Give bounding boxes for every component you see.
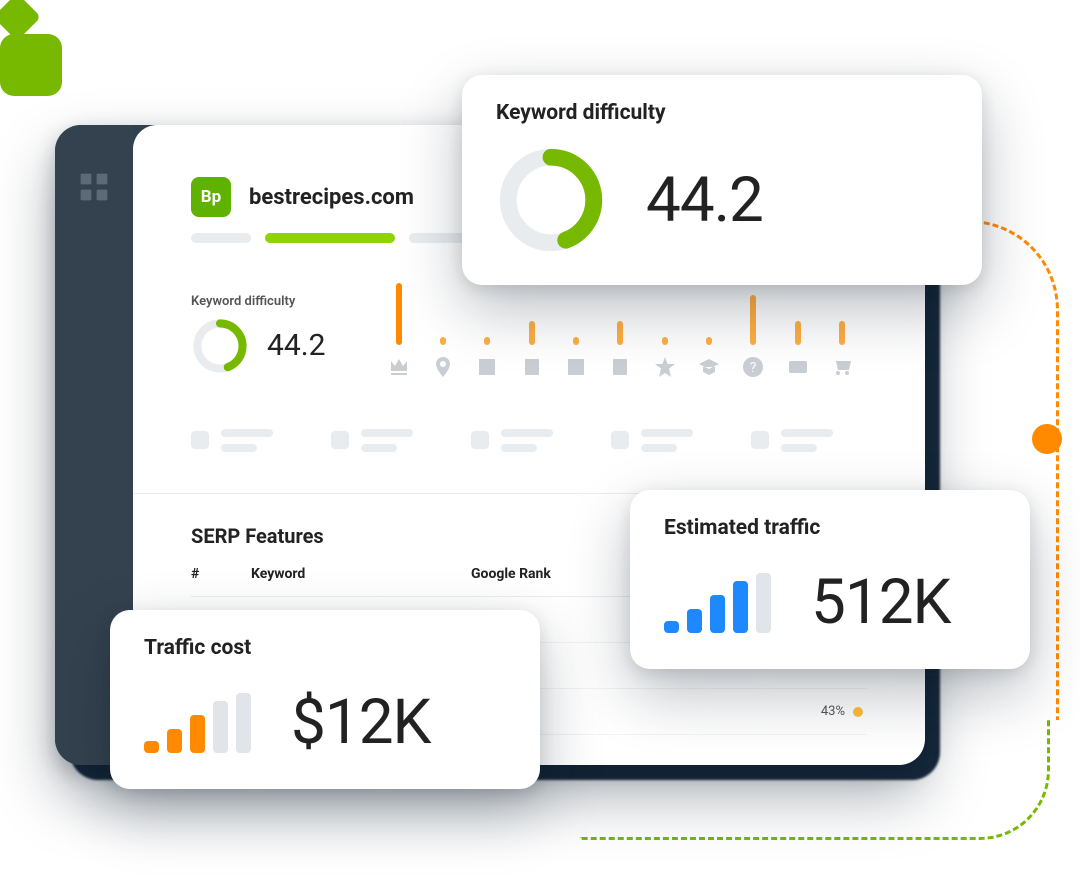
metric-card-estimated-traffic: Estimated traffic 512K bbox=[630, 490, 1030, 669]
kd-mini-value: 44.2 bbox=[267, 328, 326, 363]
star-icon bbox=[653, 355, 677, 379]
et-card-value: 512K bbox=[811, 566, 950, 639]
et-card-title: Estimated traffic bbox=[664, 516, 990, 540]
stat-card-row bbox=[191, 429, 867, 459]
kd-mini-ring-icon bbox=[191, 317, 249, 375]
calendar-icon bbox=[520, 355, 544, 379]
stat-skeleton-2 bbox=[331, 429, 447, 459]
cart-icon bbox=[830, 355, 854, 379]
keyword-difficulty-mini: Keyword difficulty 44.2 bbox=[191, 294, 326, 375]
tc-card-value: $12K bbox=[291, 686, 430, 759]
tc-card-title: Traffic cost bbox=[144, 636, 500, 660]
dot-icon bbox=[853, 707, 863, 717]
serp-feature-bars: ? bbox=[354, 283, 868, 385]
stat-skeleton-4 bbox=[611, 429, 727, 459]
stat-skeleton-5 bbox=[751, 429, 867, 459]
svg-text:?: ? bbox=[750, 360, 757, 376]
tc-bars-icon bbox=[144, 693, 251, 753]
et-bars-icon bbox=[664, 573, 771, 633]
metric-card-traffic-cost: Traffic cost $12K bbox=[110, 610, 540, 789]
image-icon bbox=[475, 355, 499, 379]
site-domain: bestrecipes.com bbox=[249, 185, 414, 210]
book-icon bbox=[608, 355, 632, 379]
blob-green bbox=[0, 34, 62, 96]
row-percent: 43% bbox=[821, 704, 845, 719]
help-icon: ? bbox=[741, 355, 765, 379]
metric-card-keyword-difficulty: Keyword difficulty 44.2 bbox=[462, 75, 982, 285]
dot-orange bbox=[1032, 424, 1062, 454]
col-google-rank: Google Rank bbox=[471, 566, 621, 582]
map-pin-icon bbox=[431, 355, 455, 379]
crown-icon bbox=[387, 355, 411, 379]
ad-icon bbox=[786, 355, 810, 379]
academic-icon bbox=[697, 355, 721, 379]
apps-grid-icon[interactable] bbox=[78, 171, 110, 207]
play-icon bbox=[564, 355, 588, 379]
kd-ring-icon bbox=[496, 145, 606, 255]
stat-skeleton-1 bbox=[191, 429, 307, 459]
kd-mini-label: Keyword difficulty bbox=[191, 294, 326, 309]
col-num: # bbox=[191, 566, 211, 582]
stat-skeleton-3 bbox=[471, 429, 587, 459]
kd-card-value: 44.2 bbox=[646, 164, 763, 237]
site-favicon: Bp bbox=[191, 177, 231, 217]
kd-card-title: Keyword difficulty bbox=[496, 101, 942, 125]
col-keyword: Keyword bbox=[251, 566, 431, 582]
